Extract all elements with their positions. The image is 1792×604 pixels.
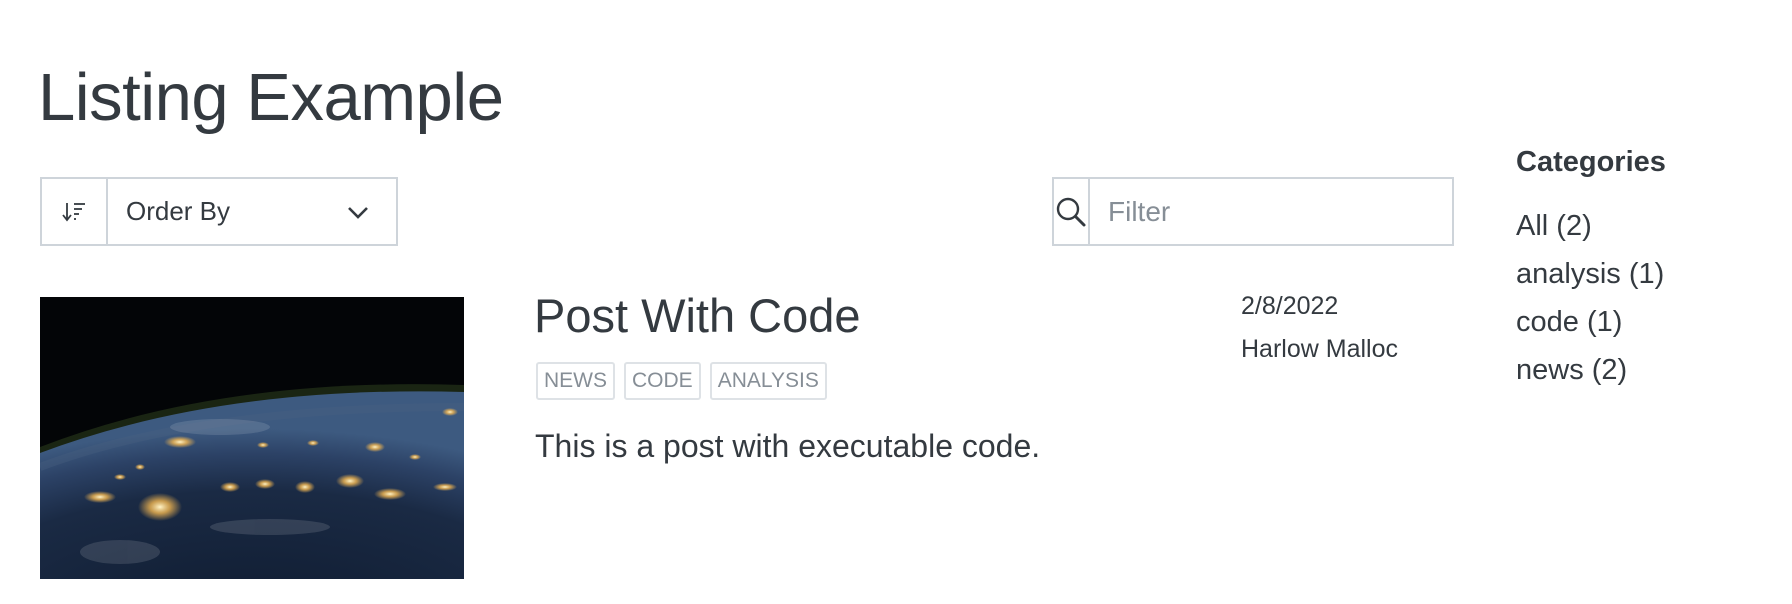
tag-code[interactable]: code [624,362,701,400]
post-thumbnail[interactable] [40,297,464,579]
categories-heading: Categories [1516,146,1666,178]
category-analysis[interactable]: analysis (1) [1516,250,1664,298]
chevron-down-icon [348,206,368,219]
order-by-select[interactable]: Order By [108,179,396,244]
search-icon [1056,197,1086,226]
tag-news[interactable]: news [536,362,615,400]
category-all[interactable]: All (2) [1516,202,1664,250]
post-author: Harlow Malloc [1241,335,1398,363]
order-by-control: Order By [40,177,398,246]
page-title: Listing Example [38,60,504,135]
post-date: 2/8/2022 [1241,292,1339,320]
tag-analysis[interactable]: analysis [709,362,827,400]
filter-input[interactable] [1090,179,1487,244]
sort-direction-button[interactable] [42,179,108,244]
post-title[interactable]: Post With Code [534,286,861,346]
post-tags: news code analysis [536,362,827,400]
order-by-label: Order By [126,196,231,226]
post-description: This is a post with executable code. [535,428,1041,464]
category-news[interactable]: news (2) [1516,346,1664,394]
earth-at-night-image [40,297,464,579]
filter-control [1052,177,1487,246]
sort-descending-icon [62,202,85,221]
category-code[interactable]: code (1) [1516,298,1664,346]
search-button[interactable] [1054,179,1090,244]
categories-list: All (2) analysis (1) code (1) news (2) [1516,202,1664,394]
